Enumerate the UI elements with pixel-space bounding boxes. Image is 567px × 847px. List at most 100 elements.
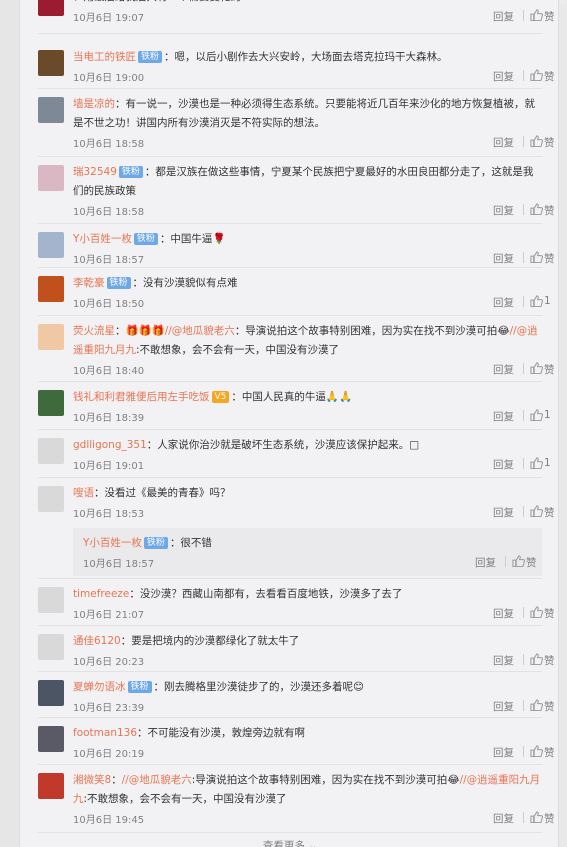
like-count[interactable]: 赞 [544,745,558,760]
comment-date: 10月6日 19:01 [73,461,145,472]
reply-button[interactable]: 回复 [493,699,514,714]
thumbs-up-icon[interactable] [530,251,543,264]
like-count[interactable]: 赞 [544,135,558,150]
avatar[interactable] [38,438,64,464]
avatar[interactable] [38,486,64,512]
row-divider [38,832,542,833]
thumbs-up-icon[interactable] [530,409,543,422]
comment-item: 湘微笑8：//@地瓜貌老六:导演说拍这个故事特别困难，因为实在找不到沙漠可拍😂/… [20,765,558,833]
emoji-icon: 🎁🎁🎁 [125,325,165,337]
avatar[interactable] [38,390,64,416]
commenter-name[interactable]: footman136 [73,727,137,739]
commenter-name[interactable]: 嗖语 [73,487,94,499]
reply-button[interactable]: 回复 [493,606,514,621]
thumbs-up-icon[interactable] [530,9,543,22]
commenter-name[interactable]: 墙是凉的 [73,98,115,110]
comment-text: ：有一说一，沙漠也是一种必须得生态系统。只要能将近几百年来沙化的地方恢复植被，就… [73,98,535,129]
commenter-name[interactable]: gdlligong_351 [73,439,147,451]
avatar[interactable] [38,680,64,706]
thumbs-up-icon[interactable] [530,699,543,712]
avatar[interactable] [38,773,64,799]
comment-body: 墙是凉的：有一说一，沙漠也是一种必须得生态系统。只要能将近几百年来沙化的地方恢复… [73,95,542,133]
reply-button[interactable]: 回复 [493,745,514,760]
avatar[interactable] [38,97,64,123]
commenter-name[interactable]: 通佳6120 [73,635,121,647]
comment-text: ：中国牛逼 [159,233,213,245]
divider [523,458,524,469]
reply-button[interactable]: 回复 [493,295,514,310]
avatar[interactable] [38,324,64,350]
like-count[interactable]: 赞 [544,69,558,84]
avatar[interactable] [38,634,64,660]
like-count[interactable]: 1 [544,457,558,469]
comment-body: 钱礼和利君雅便后用左手吃饭 V5 ：中国人民真的牛逼🙏🙏 [73,388,542,407]
divider [505,556,506,567]
reply-button[interactable]: 回复 [493,251,514,266]
reply-button[interactable]: 回复 [493,457,514,472]
commenter-name[interactable]: timefreeze [73,588,129,600]
reply-button[interactable]: 回复 [493,362,514,377]
avatar[interactable] [38,50,64,76]
avatar[interactable] [38,587,64,613]
commenter-name[interactable]: 钱礼和利君雅便后用左手吃饭 [73,391,210,403]
comment-date: 10月6日 19:00 [73,73,145,84]
commenter-name[interactable]: 李乾豪 [73,277,105,289]
thumbs-up-icon[interactable] [530,606,543,619]
thumbs-up-icon[interactable] [530,811,543,824]
like-count[interactable]: 赞 [544,606,558,621]
thumbs-up-icon[interactable] [530,653,543,666]
like-count[interactable]: 赞 [526,555,542,570]
reply-button[interactable]: 回复 [493,409,514,424]
commenter-name[interactable]: 瑞32549 [73,166,117,178]
mention-link[interactable]: //@地瓜貌老六 [122,774,192,786]
thumbs-up-icon[interactable] [530,203,543,216]
comment-body: Y小百姓一枚 铁粉 ：中国牛逼🌹 [73,230,542,249]
emoji-icon: 😂 [497,325,510,337]
comment-text: ：人家说你治沙就是破坏生态系统，沙漠应该保护起来。□ [146,439,420,451]
avatar[interactable] [38,0,64,16]
thumbs-up-icon[interactable] [530,457,543,470]
thumbs-up-icon[interactable] [530,362,543,375]
like-count[interactable]: 赞 [544,203,558,218]
thumbs-up-icon[interactable] [512,555,525,568]
like-count[interactable]: 赞 [544,505,558,520]
thumbs-up-icon[interactable] [530,135,543,148]
reply-button[interactable]: 回复 [493,505,514,520]
commenter-name[interactable]: 湘微笑8 [73,774,111,786]
commenter-name[interactable]: 夏蝉勿语冰 [73,681,126,693]
commenter-name[interactable]: 荧火流星 [73,325,115,337]
fan-badge: 铁粉 [133,233,158,245]
comment-text: ：中国人民真的牛逼 [231,391,326,403]
comment-text: :导演说拍这个故事特别困难，因为实在找不到沙漠可拍 [191,774,448,786]
comment-date: 10月6日 21:07 [73,610,145,621]
avatar[interactable] [38,726,64,752]
divider [523,70,524,81]
see-more-button[interactable]: 查看更多 ⌄ [20,838,558,847]
avatar[interactable] [38,276,64,302]
like-count[interactable]: 赞 [544,811,558,826]
like-count[interactable]: 1 [544,409,558,421]
commenter-name[interactable]: Y小百姓一枚 [73,233,132,245]
commenter-name[interactable]: 当电工的铁匠 [73,51,136,63]
avatar[interactable] [38,165,64,191]
thumbs-up-icon[interactable] [530,505,543,518]
thumbs-up-icon[interactable] [530,295,543,308]
reply-button[interactable]: 回复 [493,69,514,84]
divider [523,812,524,823]
reply-button[interactable]: 回复 [475,555,496,570]
reply-button[interactable]: 回复 [493,653,514,668]
reply-button[interactable]: 回复 [493,203,514,218]
like-count[interactable]: 赞 [544,653,558,668]
thumbs-up-icon[interactable] [530,745,543,758]
mention-link[interactable]: //@地瓜貌老六 [165,325,235,337]
like-count[interactable]: 1 [544,295,558,307]
like-count[interactable]: 赞 [544,251,558,266]
reply-button[interactable]: 回复 [493,811,514,826]
like-count[interactable]: 赞 [544,362,558,377]
thumbs-up-icon[interactable] [530,69,543,82]
like-count[interactable]: 赞 [544,699,558,714]
reply-button[interactable]: 回复 [493,9,514,24]
avatar[interactable] [38,232,64,258]
like-count[interactable]: 赞 [544,9,558,24]
reply-button[interactable]: 回复 [493,135,514,150]
